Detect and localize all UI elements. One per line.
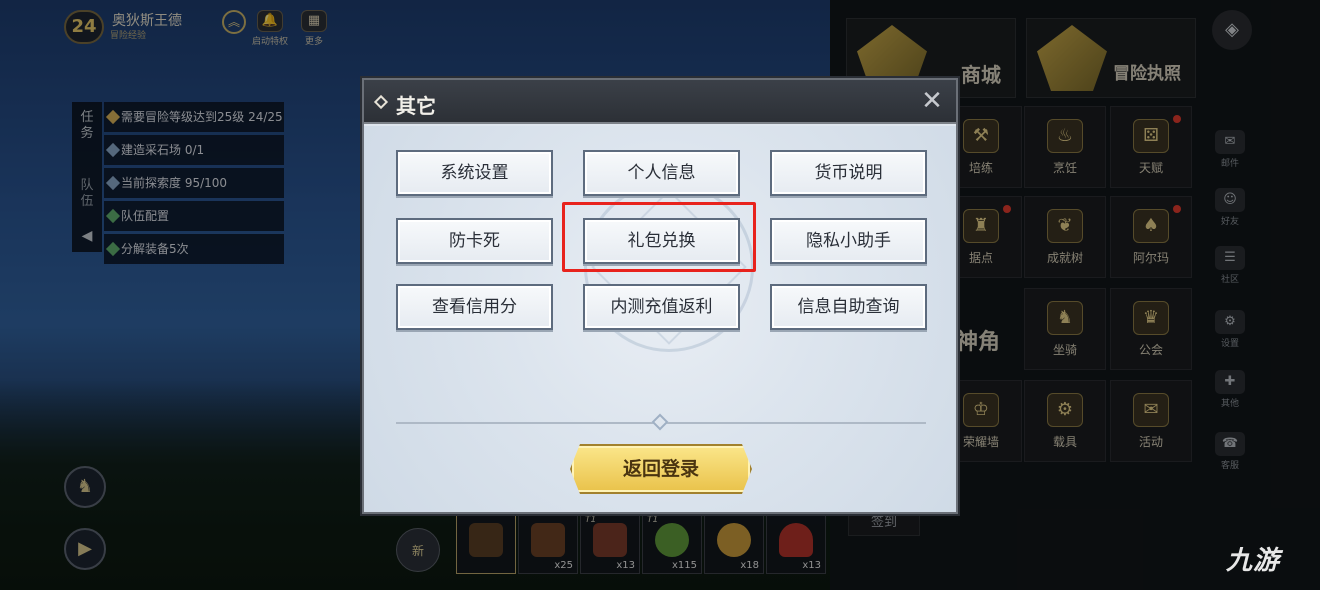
currency-info-button[interactable]: 货币说明 xyxy=(770,150,927,196)
close-icon[interactable]: ✕ xyxy=(916,86,948,118)
credit-score-button[interactable]: 查看信用分 xyxy=(396,284,553,330)
divider-gem-icon xyxy=(651,413,669,431)
dialog-body: 系统设置 个人信息 货币说明 防卡死 礼包兑换 隐私小助手 查看信用分 内测充值… xyxy=(364,126,956,512)
highlight-box xyxy=(562,202,756,272)
diamond-icon xyxy=(373,94,389,110)
system-settings-button[interactable]: 系统设置 xyxy=(396,150,553,196)
dialog-header: 其它 ✕ xyxy=(364,80,956,124)
watermark-logo: 九游 xyxy=(1226,546,1281,576)
anti-stuck-button[interactable]: 防卡死 xyxy=(396,218,553,264)
dialog-title: 其它 xyxy=(396,94,436,118)
return-to-login-button[interactable]: 返回登录 xyxy=(570,444,752,494)
personal-info-button[interactable]: 个人信息 xyxy=(583,150,740,196)
other-settings-dialog: 其它 ✕ 系统设置 个人信息 货币说明 防卡死 礼包兑换 隐私小助手 查看信用分… xyxy=(362,78,958,514)
beta-recharge-rebate-button[interactable]: 内测充值返利 xyxy=(583,284,740,330)
self-service-query-button[interactable]: 信息自助查询 xyxy=(770,284,927,330)
privacy-assistant-button[interactable]: 隐私小助手 xyxy=(770,218,927,264)
